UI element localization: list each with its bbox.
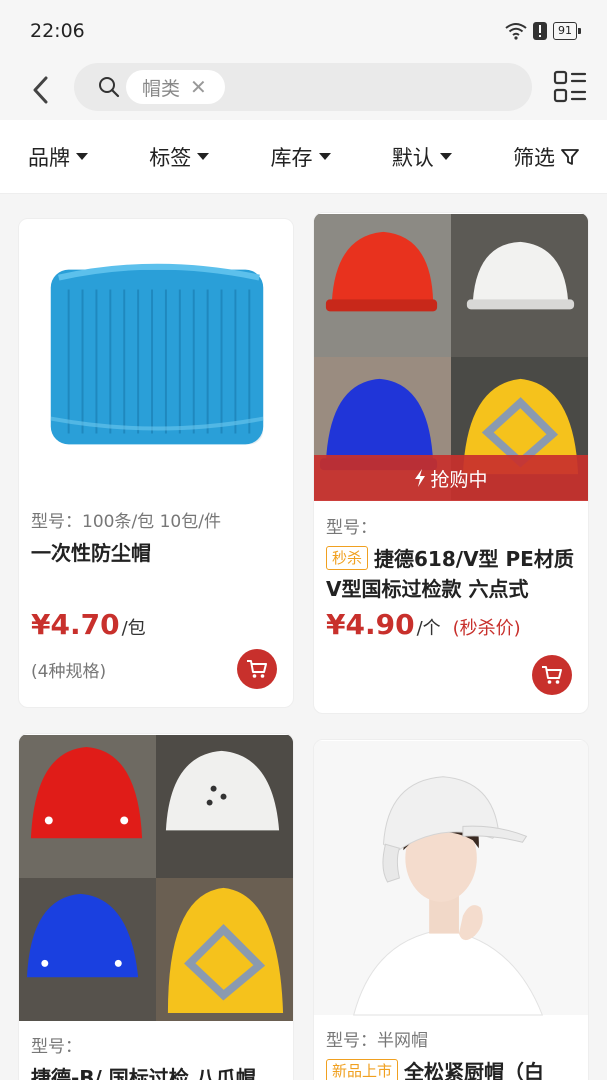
filter-more[interactable]: 筛选 [513,142,579,172]
seckill-tag: 秒杀 [326,546,369,570]
product-model: 型号： [31,1037,82,1057]
status-time: 22:06 [30,20,85,42]
card-body: 型号： 秒杀 捷德618/V型 PE材质 V型国标过检款 六点式 ¥4.90 /个… [314,513,588,641]
product-title: 一次性防尘帽 [31,541,151,565]
search-keyword: 帽类 [142,77,181,100]
price-unit: /个 [416,618,441,639]
filter-bar: 品牌 标签 库存 默认 筛选 [0,120,607,194]
filter-label: 标签 [149,145,192,170]
new-arrival-tag: 新品上市 [326,1059,399,1080]
filter-label: 默认 [391,145,434,170]
lightning-icon [415,469,426,487]
funnel-icon [561,148,579,165]
top-bar: 帽类 ✕ [0,60,607,120]
seckill-price-label: (秒杀价) [452,618,521,639]
filter-tag[interactable]: 标签 [149,142,210,172]
close-icon[interactable]: ✕ [190,77,207,97]
flash-sale-label: 抢购中 [430,468,488,491]
price-row: ¥4.70 /包 [31,608,281,641]
product-image [314,741,588,1016]
product-title: 捷德-B/ 国标过检 八爪帽 [31,1066,256,1080]
add-to-cart-button[interactable] [532,655,572,695]
filter-label: 品牌 [28,145,70,170]
wifi-icon [505,23,527,40]
alert-icon [533,22,547,40]
status-bar: 22:06 91 [0,0,607,60]
back-button[interactable] [20,70,60,110]
product-model: 型号：100条/包 10包/件 [31,512,221,532]
price-row: ¥4.90 /个 (秒杀价) [326,608,576,641]
product-model: 型号：半网帽 [326,1031,428,1051]
product-model: 型号： [326,518,377,538]
layout-toggle-icon[interactable] [553,70,587,104]
product-price: ¥4.70 [31,608,120,641]
cart-icon [542,666,562,684]
card-body: 型号： 捷德-B/ 国标过检 八爪帽 [19,1032,293,1080]
card-body: 型号：半网帽 新品上市 全松紧厨帽（白 [314,1026,588,1080]
caret-down-icon [76,153,88,160]
product-grid: 型号：100条/包 10包/件 一次性防尘帽 ¥4.70 /包 (4种规格) 抢… [0,195,607,1080]
product-price: ¥4.90 [326,608,415,641]
filter-stock[interactable]: 库存 [271,142,331,172]
product-title: 秒杀 捷德618/V型 PE材质 V型国标过检款 六点式 [326,544,576,604]
product-title-text: 全松紧厨帽（白 [404,1060,545,1080]
filter-label: 筛选 [513,145,555,170]
flash-sale-banner: 抢购中 [314,455,588,501]
add-to-cart-button[interactable] [237,649,277,689]
product-title: 新品上市 全松紧厨帽（白 [326,1057,576,1080]
search-input[interactable]: 帽类 ✕ [74,63,532,111]
search-icon [99,77,120,98]
product-card[interactable]: 型号： 捷德-B/ 国标过检 八爪帽 [18,733,294,1080]
price-unit: /包 [121,618,146,639]
product-card[interactable]: 型号：100条/包 10包/件 一次性防尘帽 ¥4.70 /包 (4种规格) [18,218,294,708]
filter-sort[interactable]: 默认 [392,142,452,172]
cart-icon [247,660,267,678]
product-card[interactable]: 型号：半网帽 新品上市 全松紧厨帽（白 [313,739,589,1080]
product-image [19,735,293,1021]
chevron-left-icon [33,76,48,104]
caret-down-icon [318,153,331,160]
search-keyword-chip[interactable]: 帽类 ✕ [126,70,225,104]
status-icons: 91 [505,22,581,40]
battery-icon: 91 [553,22,581,40]
filter-label: 库存 [270,145,313,170]
caret-down-icon [197,153,210,160]
filter-brand[interactable]: 品牌 [28,142,88,172]
product-card[interactable]: 抢购中 型号： 秒杀 捷德618/V型 PE材质 V型国标过检款 六点式 ¥4.9… [313,212,589,714]
product-image [19,220,293,498]
caret-down-icon [439,153,452,160]
